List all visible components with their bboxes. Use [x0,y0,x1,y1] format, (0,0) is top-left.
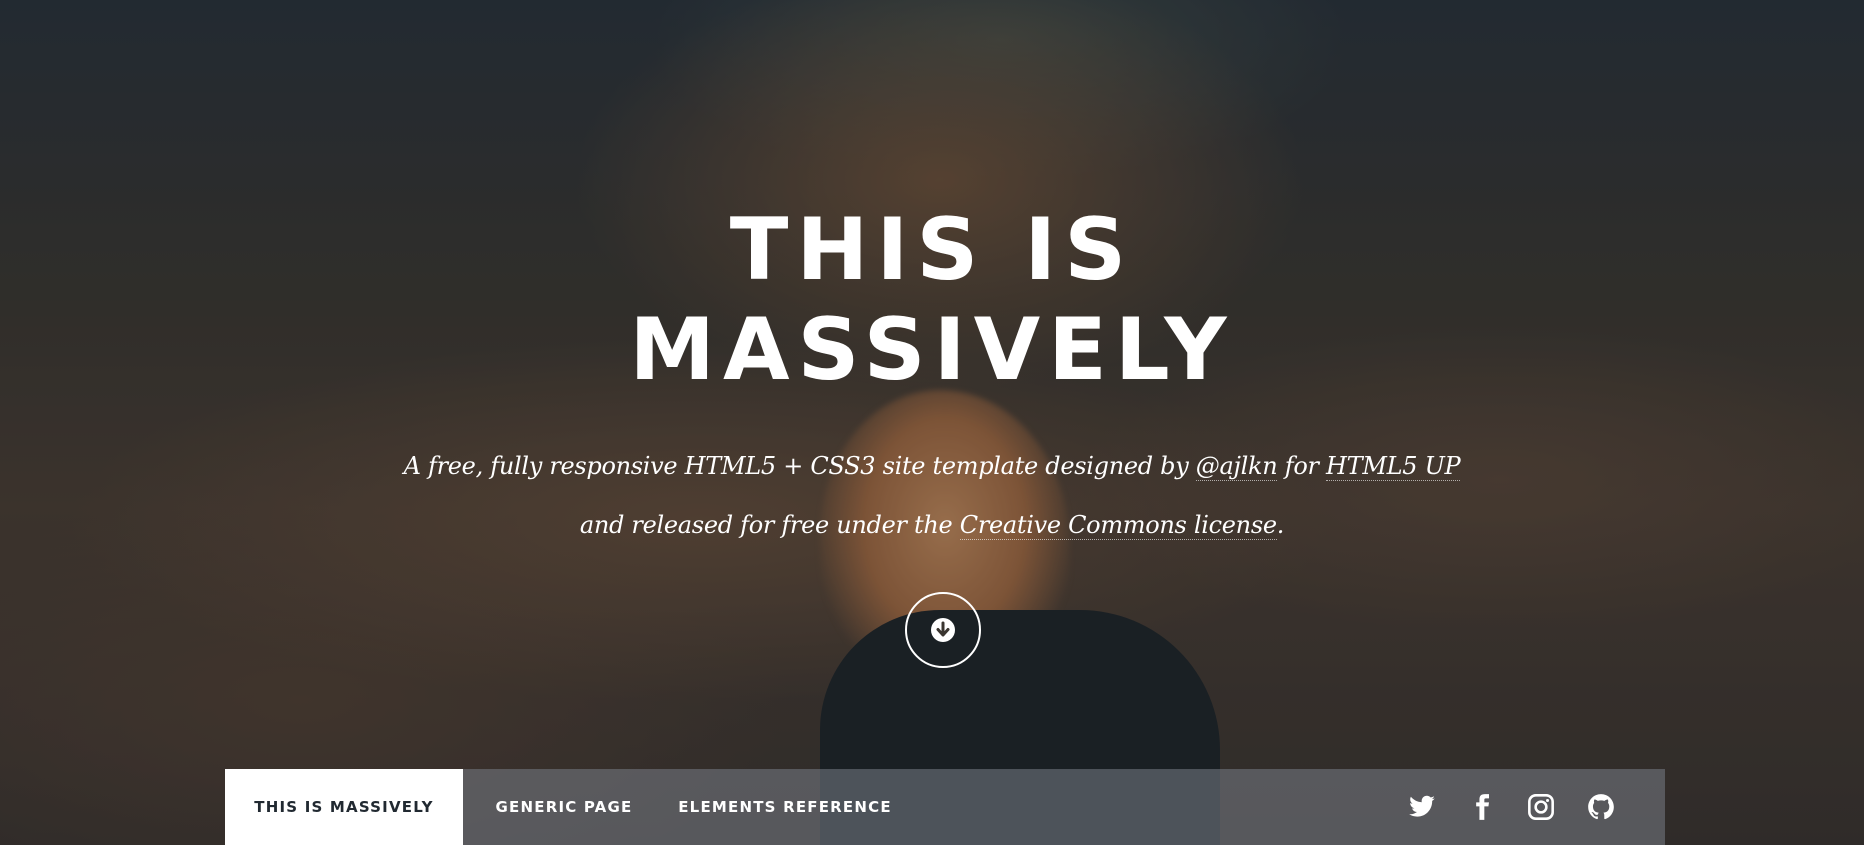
nav-tab-this-is-massively[interactable]: THIS IS MASSIVELY [225,769,463,845]
hero-background [0,0,1864,845]
site-title: THIS IS MASSIVELY [432,200,1432,400]
scroll-down-button[interactable] [905,592,981,668]
site-title-line-1: THIS IS [729,200,1135,300]
twitter-icon[interactable] [1408,793,1436,821]
lead-text-3: and released for free under the [579,511,960,539]
intro-lead: A free, fully responsive HTML5 + CSS3 si… [382,437,1482,555]
facebook-icon[interactable] [1468,793,1496,821]
lead-text-2: for [1277,452,1327,480]
nav-tab-elements-reference[interactable]: ELEMENTS REFERENCE [665,769,905,845]
main-nav: THIS IS MASSIVELY GENERIC PAGE ELEMENTS … [225,769,1665,845]
author-link[interactable]: @ajlkn [1195,452,1278,481]
lead-text-1: A free, fully responsive HTML5 + CSS3 si… [403,452,1196,480]
instagram-icon[interactable] [1527,793,1555,821]
site-title-line-2: MASSIVELY [629,300,1235,400]
lead-text-4: . [1276,511,1285,539]
github-icon[interactable] [1587,793,1615,821]
nav-tab-generic-page[interactable]: GENERIC PAGE [463,769,665,845]
html5up-link[interactable]: HTML5 UP [1326,452,1461,481]
license-link[interactable]: Creative Commons license [959,511,1277,540]
arrow-down-circle-icon [931,618,955,642]
background-overlay [0,0,1864,845]
